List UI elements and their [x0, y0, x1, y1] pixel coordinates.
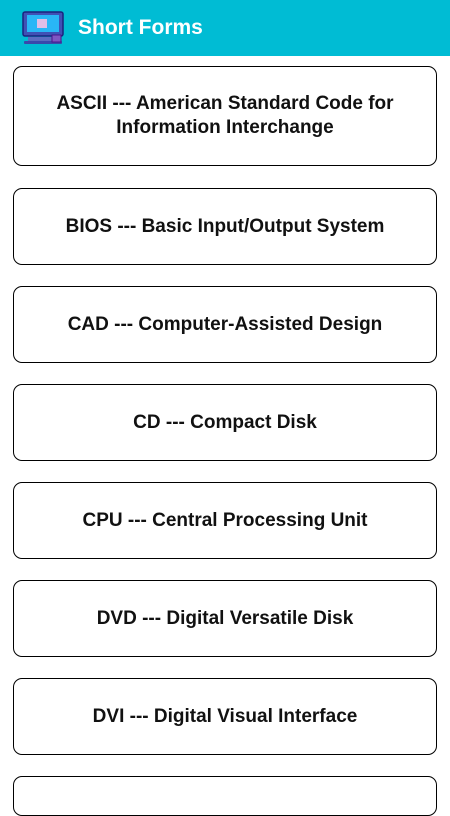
list-item-label: DVI --- Digital Visual Interface [92, 705, 358, 727]
list-item-label: DVD --- Digital Versatile Disk [96, 607, 354, 629]
list-item[interactable]: BIOS --- Basic Input/Output System [13, 188, 437, 265]
list-item[interactable]: CAD --- Computer-Assisted Design [13, 286, 437, 363]
page-title: Short Forms [78, 16, 203, 39]
list-item[interactable]: ASCII --- American Standard Code for Inf… [13, 66, 437, 166]
list-item-label: BIOS --- Basic Input/Output System [65, 215, 385, 237]
computer-icon [22, 11, 64, 45]
list-item[interactable]: CPU --- Central Processing Unit [13, 482, 437, 559]
list-item[interactable]: DVI --- Digital Visual Interface [13, 678, 437, 755]
app-bar: Short Forms [0, 0, 450, 56]
list-item-label: CD --- Compact Disk [133, 411, 317, 433]
list-item-label: CPU --- Central Processing Unit [82, 509, 368, 531]
list-item[interactable]: DVD --- Digital Versatile Disk [13, 580, 437, 657]
list-item-label: ASCII --- American Standard Code for Inf… [56, 93, 394, 138]
list-item-label: CAD --- Computer-Assisted Design [67, 313, 383, 335]
list-item[interactable]: CD --- Compact Disk [13, 384, 437, 461]
list-item[interactable] [13, 776, 437, 816]
